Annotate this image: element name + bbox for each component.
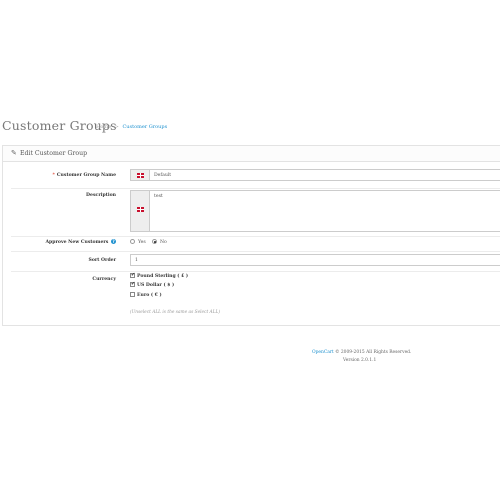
group-name-value: Default — [154, 173, 172, 178]
divider — [11, 236, 500, 237]
breadcrumb: Home > Customer Groups — [96, 124, 167, 130]
panel-title: Edit Customer Group — [20, 150, 88, 157]
sort-order-label: Sort Order — [88, 258, 117, 263]
description-textarea[interactable]: test — [130, 190, 500, 232]
language-flag-addon — [131, 170, 150, 180]
approve-customers-label: Approve New Customers ? — [45, 239, 116, 245]
footer-version: Version 2.0.1.1 — [343, 358, 377, 363]
uk-flag-icon — [137, 173, 144, 178]
currency-checkbox-eur[interactable]: Euro ( € ) — [130, 292, 162, 298]
currency-checkbox-usd[interactable]: US Dollar ( $ ) — [130, 281, 174, 288]
divider — [11, 251, 500, 252]
opencart-link[interactable]: OpenCart — [312, 350, 334, 355]
footer-copyright: © 2009-2015 All Rights Reserved. — [335, 350, 412, 355]
breadcrumb-customer-groups[interactable]: Customer Groups — [122, 124, 167, 130]
panel-heading: ✎ Edit Customer Group — [3, 146, 500, 162]
language-flag-addon — [131, 191, 150, 231]
currency-hint: (Unselect ALL is the same as Select ALL) — [130, 310, 221, 315]
pencil-icon: ✎ — [11, 149, 17, 157]
checkbox[interactable] — [130, 281, 135, 287]
checkbox[interactable] — [130, 272, 135, 278]
footer-copyright-line: OpenCart © 2009-2015 All Rights Reserved… — [312, 350, 411, 355]
radio-button-selected[interactable] — [152, 239, 157, 244]
page-header: Customer Groups Home > Customer Groups — [2, 118, 500, 138]
description-value: test — [154, 194, 163, 199]
currency-label: Currency — [92, 277, 116, 282]
required-marker: * — [52, 173, 55, 178]
group-name-label: * Customer Group Name — [52, 173, 117, 178]
radio-button[interactable] — [130, 239, 135, 244]
sort-order-input[interactable]: 1 — [130, 254, 500, 266]
sort-order-value: 1 — [135, 258, 138, 263]
uk-flag-icon — [137, 207, 144, 212]
edit-customer-group-panel: ✎ Edit Customer Group * Customer Group Na… — [2, 145, 500, 326]
breadcrumb-home[interactable]: Home — [96, 124, 111, 130]
divider — [11, 271, 500, 272]
group-name-input[interactable]: Default — [130, 169, 500, 181]
help-icon[interactable]: ? — [111, 239, 116, 244]
description-label: Description — [86, 193, 116, 198]
approve-no-radio[interactable]: No — [152, 239, 167, 245]
approve-yes-radio[interactable]: Yes — [130, 239, 146, 245]
checkbox[interactable] — [130, 292, 135, 297]
divider — [11, 188, 500, 189]
currency-checkbox-gbp[interactable]: Pound Sterling ( £ ) — [130, 272, 188, 279]
breadcrumb-separator: > — [114, 124, 119, 130]
